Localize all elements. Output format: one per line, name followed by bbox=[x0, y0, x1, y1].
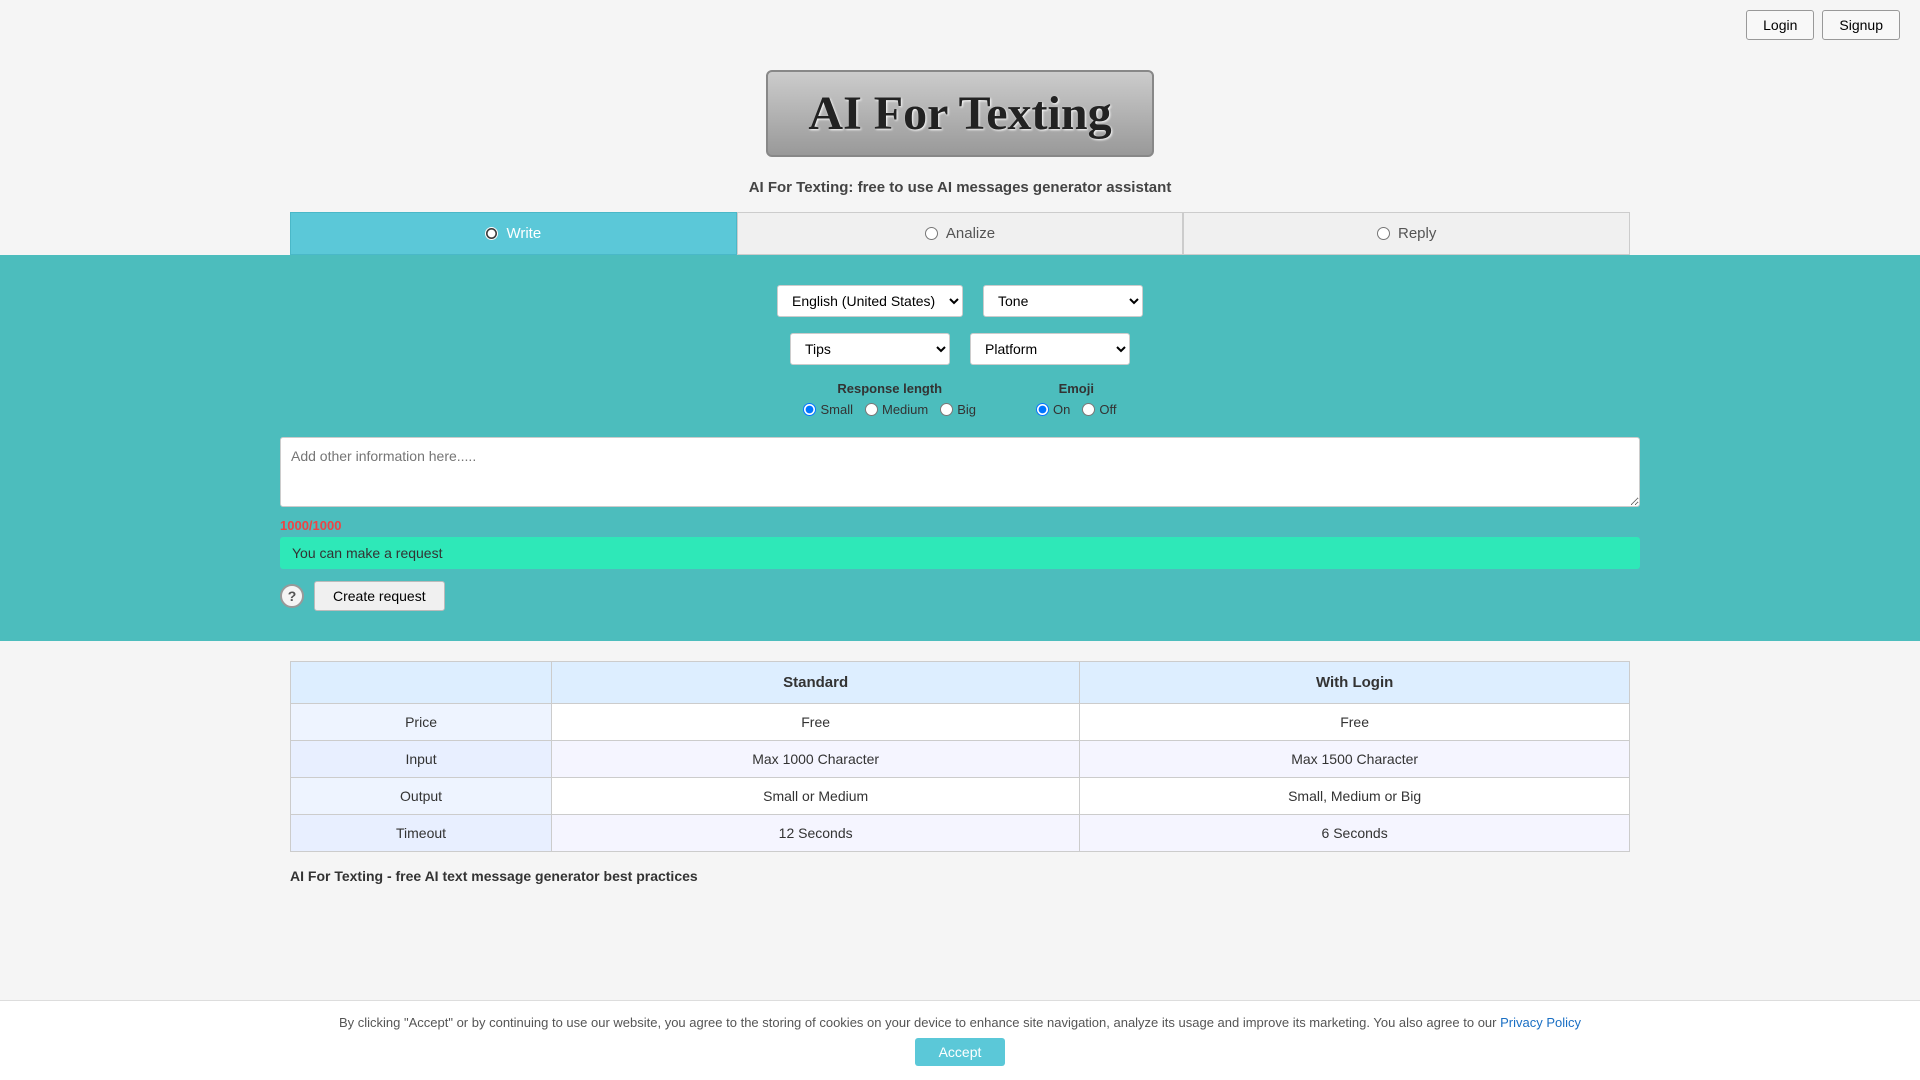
header: Login Signup bbox=[0, 0, 1920, 50]
response-length-options: Small Medium Big bbox=[803, 402, 976, 417]
tab-analize-label: Analize bbox=[946, 225, 995, 242]
logo-subtitle: AI For Texting: free to use AI messages … bbox=[0, 167, 1920, 212]
with-login-cell: Small, Medium or Big bbox=[1080, 778, 1630, 815]
type-select[interactable]: Tips Story Question Advice bbox=[790, 333, 950, 365]
tab-write[interactable]: Write bbox=[290, 212, 737, 255]
language-select[interactable]: English (United States) Spanish French G… bbox=[777, 285, 963, 317]
main-area: English (United States) Spanish French G… bbox=[0, 255, 1920, 641]
radio-medium[interactable]: Medium bbox=[865, 402, 928, 417]
tone-select[interactable]: Tone Casual Formal Friendly Professional bbox=[983, 285, 1143, 317]
logo-section: AI For Texting bbox=[0, 50, 1920, 167]
col-header-feature bbox=[291, 662, 552, 704]
info-textarea[interactable] bbox=[280, 437, 1640, 507]
signup-button[interactable]: Signup bbox=[1822, 10, 1900, 40]
create-request-button[interactable]: Create request bbox=[314, 581, 445, 611]
with-login-cell: Free bbox=[1080, 704, 1630, 741]
action-row: ? Create request bbox=[280, 581, 1640, 611]
tab-analize[interactable]: Analize bbox=[737, 212, 1184, 255]
standard-cell: 12 Seconds bbox=[552, 815, 1080, 852]
help-icon[interactable]: ? bbox=[280, 584, 304, 608]
privacy-policy-link[interactable]: Privacy Policy bbox=[1500, 1015, 1581, 1030]
radio-emoji-on[interactable]: On bbox=[1036, 402, 1070, 417]
tab-write-label: Write bbox=[506, 225, 541, 242]
table-row: Timeout 12 Seconds 6 Seconds bbox=[291, 815, 1630, 852]
response-length-label: Response length bbox=[837, 381, 942, 396]
logo-title: AI For Texting bbox=[808, 86, 1111, 141]
tab-reply[interactable]: Reply bbox=[1183, 212, 1630, 255]
with-login-cell: 6 Seconds bbox=[1080, 815, 1630, 852]
char-count: 1000/1000 bbox=[280, 518, 1640, 533]
radio-reply[interactable] bbox=[1377, 227, 1390, 240]
emoji-options: On Off bbox=[1036, 402, 1116, 417]
radio-analize[interactable] bbox=[925, 227, 938, 240]
emoji-group: Emoji On Off bbox=[1036, 381, 1116, 417]
radio-big[interactable]: Big bbox=[940, 402, 976, 417]
feature-cell: Price bbox=[291, 704, 552, 741]
feature-cell: Timeout bbox=[291, 815, 552, 852]
login-button[interactable]: Login bbox=[1746, 10, 1814, 40]
cookie-message: By clicking "Accept" or by continuing to… bbox=[339, 1015, 1497, 1030]
response-length-group: Response length Small Medium Big bbox=[803, 381, 976, 417]
with-login-cell: Max 1500 Character bbox=[1080, 741, 1630, 778]
standard-cell: Max 1000 Character bbox=[552, 741, 1080, 778]
controls-row-1: English (United States) Spanish French G… bbox=[30, 285, 1890, 317]
tab-reply-label: Reply bbox=[1398, 225, 1436, 242]
pricing-section: Standard With Login Price Free Free Inpu… bbox=[260, 661, 1660, 852]
radio-groups: Response length Small Medium Big Emoji bbox=[30, 381, 1890, 417]
best-practices: AI For Texting - free AI text message ge… bbox=[260, 868, 1660, 884]
controls-row-2: Tips Story Question Advice Platform SMS … bbox=[30, 333, 1890, 365]
textarea-container bbox=[280, 437, 1640, 510]
standard-cell: Small or Medium bbox=[552, 778, 1080, 815]
mode-tabs: Write Analize Reply bbox=[260, 212, 1660, 255]
accept-button[interactable]: Accept bbox=[915, 1038, 1006, 1066]
radio-emoji-off[interactable]: Off bbox=[1082, 402, 1116, 417]
standard-cell: Free bbox=[552, 704, 1080, 741]
radio-write[interactable] bbox=[485, 227, 498, 240]
pricing-table: Standard With Login Price Free Free Inpu… bbox=[290, 661, 1630, 852]
platform-select[interactable]: Platform SMS WhatsApp Instagram Twitter bbox=[970, 333, 1130, 365]
emoji-label: Emoji bbox=[1059, 381, 1094, 396]
feature-cell: Input bbox=[291, 741, 552, 778]
table-row: Price Free Free bbox=[291, 704, 1630, 741]
radio-small[interactable]: Small bbox=[803, 402, 853, 417]
feature-cell: Output bbox=[291, 778, 552, 815]
col-header-with-login: With Login bbox=[1080, 662, 1630, 704]
status-bar: You can make a request bbox=[280, 537, 1640, 569]
col-header-standard: Standard bbox=[552, 662, 1080, 704]
cookie-banner: By clicking "Accept" or by continuing to… bbox=[0, 1000, 1920, 1080]
table-row: Input Max 1000 Character Max 1500 Charac… bbox=[291, 741, 1630, 778]
table-row: Output Small or Medium Small, Medium or … bbox=[291, 778, 1630, 815]
logo-box: AI For Texting bbox=[766, 70, 1153, 157]
